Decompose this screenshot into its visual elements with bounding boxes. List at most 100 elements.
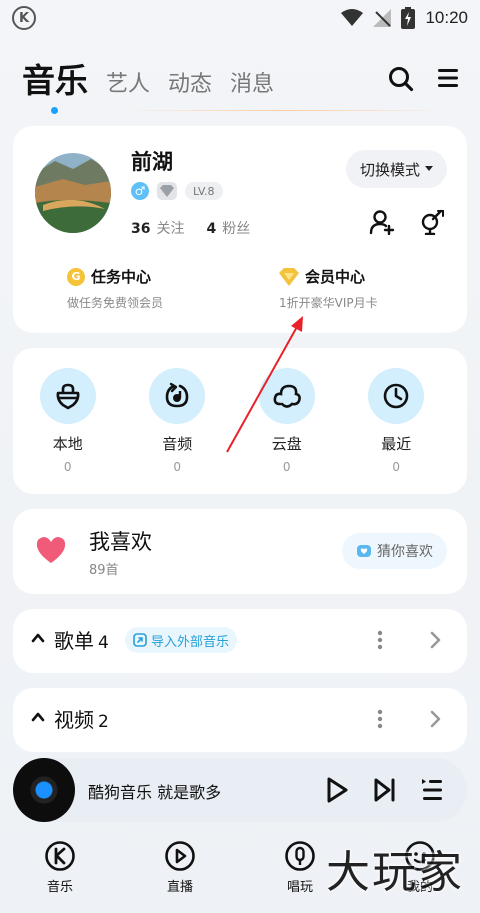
menu-icon[interactable] (436, 66, 460, 90)
chevron-up-icon[interactable] (31, 710, 45, 724)
favorites-card[interactable]: 我喜欢 89首 猜你喜欢 (13, 509, 467, 594)
top-tabs: 音乐 艺人 动态 消息 (22, 54, 274, 114)
songlist-count: 4 (98, 633, 109, 653)
dress-up-icon[interactable] (419, 209, 445, 235)
signal-icon (373, 9, 392, 27)
username[interactable]: 前湖 (131, 146, 173, 176)
tab-messages[interactable]: 消息 (230, 66, 274, 102)
tab-music-label: 音乐 (22, 61, 88, 100)
fans-stat[interactable]: 4 粉丝 (206, 218, 250, 238)
album-disc[interactable] (13, 758, 75, 822)
chevron-right-icon[interactable] (429, 631, 441, 649)
profile-badges: ♂ LV.8 (131, 182, 223, 200)
video-count: 2 (98, 712, 109, 732)
profile-actions (369, 209, 445, 235)
avatar[interactable] (35, 153, 111, 233)
search-icon[interactable] (388, 66, 414, 92)
add-friend-icon[interactable] (369, 209, 395, 235)
battery-icon (401, 7, 416, 29)
switch-mode-label: 切换模式 (359, 160, 420, 179)
video-section: 视频 2 (13, 688, 467, 752)
vip-center-subtitle: 1折开豪华VIP月卡 (279, 296, 378, 310)
profile-card: 前湖 ♂ LV.8 36 关注 4 粉丝 切换模式 G 任务中心 做任务免费领会员 … (13, 126, 467, 333)
import-music-button[interactable]: 导入外部音乐 (125, 627, 238, 653)
import-music-label: 导入外部音乐 (151, 634, 230, 650)
heart-icon (36, 537, 66, 563)
chevron-up-icon[interactable] (31, 631, 45, 645)
nav-live-label: 直播 (166, 880, 193, 895)
player-title: 酷狗音乐 就是歌多 (88, 783, 222, 802)
quick-cloud-count: 0 (282, 460, 291, 474)
header-divider (120, 110, 450, 111)
songlist-title-label: 歌单 (54, 629, 94, 653)
chevron-right-icon[interactable] (429, 710, 441, 728)
live-icon (165, 841, 195, 871)
fans-label: 粉丝 (222, 221, 251, 237)
quick-audio[interactable]: 音频 0 (123, 368, 233, 474)
quick-cloud[interactable]: 云盘 0 (232, 368, 342, 474)
nav-music[interactable]: 音乐 (0, 834, 120, 913)
player-controls (325, 776, 443, 804)
quick-local-label: 本地 (52, 435, 83, 453)
quick-recent-label: 最近 (381, 435, 412, 453)
following-count: 36 (131, 221, 151, 237)
next-track-icon[interactable] (373, 777, 397, 803)
cloud-icon (258, 368, 315, 424)
more-vertical-icon[interactable] (377, 630, 383, 650)
male-gender-icon: ♂ (131, 182, 149, 200)
play-icon[interactable] (325, 776, 349, 804)
task-center-subtitle: 做任务免费领会员 (67, 296, 164, 310)
diamond-icon (279, 267, 299, 286)
status-time: 10:20 (425, 8, 468, 27)
quick-audio-label: 音频 (162, 435, 193, 453)
vip-center-title: 会员中心 (305, 268, 366, 286)
task-center-entry[interactable]: G 任务中心 做任务免费领会员 (13, 266, 225, 311)
tab-feed[interactable]: 动态 (168, 66, 212, 102)
audio-icon (149, 368, 206, 424)
active-tab-indicator (51, 107, 58, 114)
task-entries: G 任务中心 做任务免费领会员 会员中心 1折开豪华VIP月卡 (13, 266, 467, 311)
watermark: 大玩家 (326, 847, 464, 898)
playlist-icon[interactable] (421, 778, 443, 802)
quick-cloud-label: 云盘 (271, 435, 302, 453)
quick-recent[interactable]: 最近 0 (342, 368, 452, 474)
more-vertical-icon[interactable] (377, 709, 383, 729)
import-icon (133, 633, 147, 647)
quick-access-card: 本地 0 音频 0 云盘 0 最近 0 (13, 348, 467, 494)
video-title[interactable]: 视频 2 (54, 704, 109, 733)
level-badge[interactable]: LV.8 (185, 182, 223, 200)
favorites-title: 我喜欢 (89, 530, 152, 554)
follow-stats: 36 关注 4 粉丝 (131, 218, 250, 238)
mini-player[interactable]: 酷狗音乐 就是歌多 (13, 758, 467, 822)
quick-recent-count: 0 (392, 460, 401, 474)
quick-local-count: 0 (63, 460, 72, 474)
vip-center-entry[interactable]: 会员中心 1折开豪华VIP月卡 (225, 266, 467, 311)
vip-diamond-icon[interactable] (157, 182, 177, 200)
following-stat[interactable]: 36 关注 (131, 218, 184, 238)
quick-audio-count: 0 (173, 460, 182, 474)
status-icons: 10:20 (341, 4, 468, 32)
fans-count: 4 (206, 221, 217, 237)
quick-local[interactable]: 本地 0 (13, 368, 123, 474)
guess-you-like-button[interactable]: 猜你喜欢 (342, 533, 447, 569)
guess-you-like-label: 猜你喜欢 (377, 544, 433, 560)
songlist-section: 歌单 4 导入外部音乐 (13, 609, 467, 673)
following-label: 关注 (156, 221, 185, 237)
guess-like-icon (357, 545, 371, 557)
task-center-title: 任务中心 (91, 268, 152, 286)
caret-down-icon (425, 166, 433, 171)
kugou-notification-icon: K (12, 6, 36, 30)
tab-artists[interactable]: 艺人 (106, 66, 150, 102)
top-actions (388, 66, 460, 92)
clock-icon (368, 368, 425, 424)
nav-sing-label: 唱玩 (286, 880, 313, 895)
tab-music[interactable]: 音乐 (22, 54, 88, 114)
bag-icon (39, 368, 96, 424)
nav-live[interactable]: 直播 (120, 834, 240, 913)
status-bar: K 10:20 (0, 0, 480, 36)
nav-music-label: 音乐 (46, 880, 73, 895)
wifi-icon (341, 9, 364, 26)
switch-mode-button[interactable]: 切换模式 (345, 150, 447, 188)
coin-icon: G (67, 267, 85, 286)
songlist-title[interactable]: 歌单 4 (54, 625, 109, 654)
